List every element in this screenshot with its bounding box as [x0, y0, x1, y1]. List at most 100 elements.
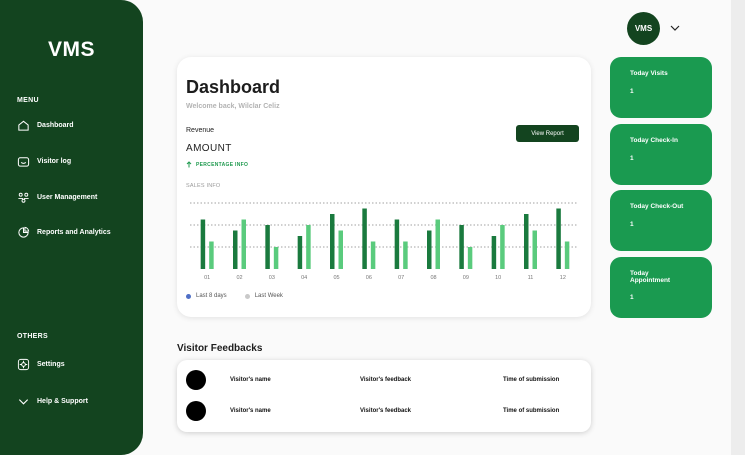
x-tick-label: 01 — [204, 275, 210, 281]
sales-bar-chart: 01 02 03 04 05 06 07 08 09 10 11 12 — [190, 202, 578, 281]
stat-label: Today Check-Out — [630, 203, 684, 210]
sidebar-item-dashboard[interactable]: Dashboard — [17, 119, 74, 132]
x-tick-label: 06 — [366, 275, 372, 281]
sidebar-item-label: Visitor log — [37, 158, 72, 165]
others-section-label: OTHERS — [17, 333, 48, 340]
stat-card-appointment[interactable]: Today Appointment 1 — [610, 257, 712, 318]
chart-bar — [532, 230, 537, 269]
feedbacks-title: Visitor Feedbacks — [177, 343, 263, 354]
sidebar: VMS MENU Dashboard Visitor log User Mana… — [0, 0, 143, 455]
percentage-info: PERCENTAGE INFO — [186, 161, 248, 168]
chart-bar — [467, 247, 473, 269]
stat-card-check-in[interactable]: Today Check-In 1 — [610, 124, 712, 185]
stat-label: Today Appointment — [630, 270, 671, 284]
avatar — [186, 370, 206, 390]
settings-icon — [17, 358, 30, 371]
feedbacks-card: Visitor's name Visitor's feedback Time o… — [177, 360, 591, 432]
stat-value: 1 — [630, 87, 634, 95]
pie-chart-icon — [17, 226, 30, 239]
x-tick-label: 11 — [528, 275, 534, 281]
stat-card-check-out[interactable]: Today Check-Out 1 — [610, 190, 712, 251]
chart-bar — [362, 208, 367, 269]
legend-item: Last 8 days — [186, 293, 227, 299]
chart-bar — [306, 225, 311, 269]
stat-label: Today Visits — [630, 70, 668, 77]
sidebar-item-label: Settings — [37, 361, 65, 368]
chart-bar — [330, 214, 335, 269]
chart-bar — [200, 219, 206, 269]
submission-time: Time of submission — [503, 408, 560, 414]
legend-dot — [244, 293, 250, 299]
chart-bar — [435, 219, 440, 269]
stat-value: 1 — [630, 220, 634, 228]
chart-bar — [338, 230, 343, 269]
x-tick-label: 10 — [495, 275, 501, 281]
stat-card-visits[interactable]: Today Visits 1 — [610, 57, 712, 118]
avatar — [186, 401, 206, 421]
chart-bar — [273, 247, 279, 269]
sidebar-item-label: Reports and Analytics — [37, 229, 111, 236]
chart-bar — [556, 208, 561, 269]
chevron-down-icon[interactable] — [669, 22, 681, 34]
chevron-down-icon — [17, 395, 30, 408]
sidebar-item-label: Dashboard — [37, 122, 74, 129]
feedback-row[interactable]: Visitor's name Visitor's feedback Time o… — [177, 401, 591, 421]
chart-bar — [524, 214, 529, 269]
chart-bar — [459, 225, 464, 269]
feedback-row[interactable]: Visitor's name Visitor's feedback Time o… — [177, 370, 591, 390]
welcome-message: Welcome back, Wilclar Celiz — [186, 103, 280, 110]
menu-section-label: MENU — [17, 97, 39, 104]
view-report-button[interactable]: View Report — [516, 125, 579, 142]
x-tick-label: 05 — [333, 275, 339, 281]
chart-bar — [564, 241, 570, 269]
x-tick-label: 07 — [398, 275, 404, 281]
x-tick-label: 04 — [301, 275, 307, 281]
chart-bar — [427, 230, 432, 269]
chart-legend: Last 8 days Last Week — [186, 293, 283, 299]
visitor-name: Visitor's name — [230, 377, 271, 383]
submission-time: Time of submission — [503, 377, 560, 383]
x-tick-label: 12 — [560, 275, 566, 281]
visitor-feedback: Visitor's feedback — [360, 377, 412, 383]
chart-bar — [394, 219, 400, 269]
x-tick-label: 02 — [236, 275, 242, 281]
stat-label: Today Check-In — [630, 137, 678, 144]
sales-info-label: SALES INFO — [186, 183, 221, 189]
x-tick-label: 09 — [463, 275, 469, 281]
chart-bar — [297, 236, 303, 269]
user-avatar[interactable]: VMS — [627, 12, 660, 45]
sidebar-item-settings[interactable]: Settings — [17, 358, 65, 371]
users-icon — [17, 191, 30, 204]
sidebar-item-user-management[interactable]: User Management — [17, 191, 97, 204]
sidebar-item-help-support[interactable]: Help & Support — [17, 395, 88, 408]
legend-label: Last 8 days — [196, 293, 227, 299]
chart-bar — [265, 225, 270, 269]
home-icon — [17, 119, 30, 132]
arrow-up-icon — [186, 161, 192, 168]
sidebar-logo: VMS — [47, 38, 95, 61]
right-scroll-strip — [731, 0, 745, 455]
chart-bar — [403, 241, 408, 269]
chart-bar — [233, 230, 238, 269]
stat-value: 1 — [630, 154, 634, 162]
x-tick-label: 08 — [430, 275, 436, 281]
chart-bar — [241, 219, 246, 269]
amount-value: AMOUNT — [186, 143, 232, 154]
visitor-name: Visitor's name — [230, 408, 271, 414]
sidebar-item-label: Help & Support — [37, 398, 88, 405]
sidebar-item-visitor-log[interactable]: Visitor log — [17, 155, 71, 168]
chart-bar — [209, 241, 214, 269]
legend-item: Last Week — [244, 293, 283, 299]
visitor-log-icon — [17, 155, 30, 168]
percentage-info-label: PERCENTAGE INFO — [196, 161, 249, 168]
x-tick-label: 03 — [269, 275, 275, 281]
revenue-label: Revenue — [186, 127, 215, 134]
chart-bar — [500, 225, 505, 269]
chart-bar — [491, 236, 497, 269]
dashboard-card: Dashboard Welcome back, Wilclar Celiz Re… — [177, 57, 591, 317]
legend-label: Last Week — [254, 293, 283, 299]
sidebar-item-reports[interactable]: Reports and Analytics — [17, 226, 111, 239]
legend-dot — [186, 293, 191, 299]
chart-bar — [370, 241, 376, 269]
visitor-feedback: Visitor's feedback — [360, 408, 412, 414]
